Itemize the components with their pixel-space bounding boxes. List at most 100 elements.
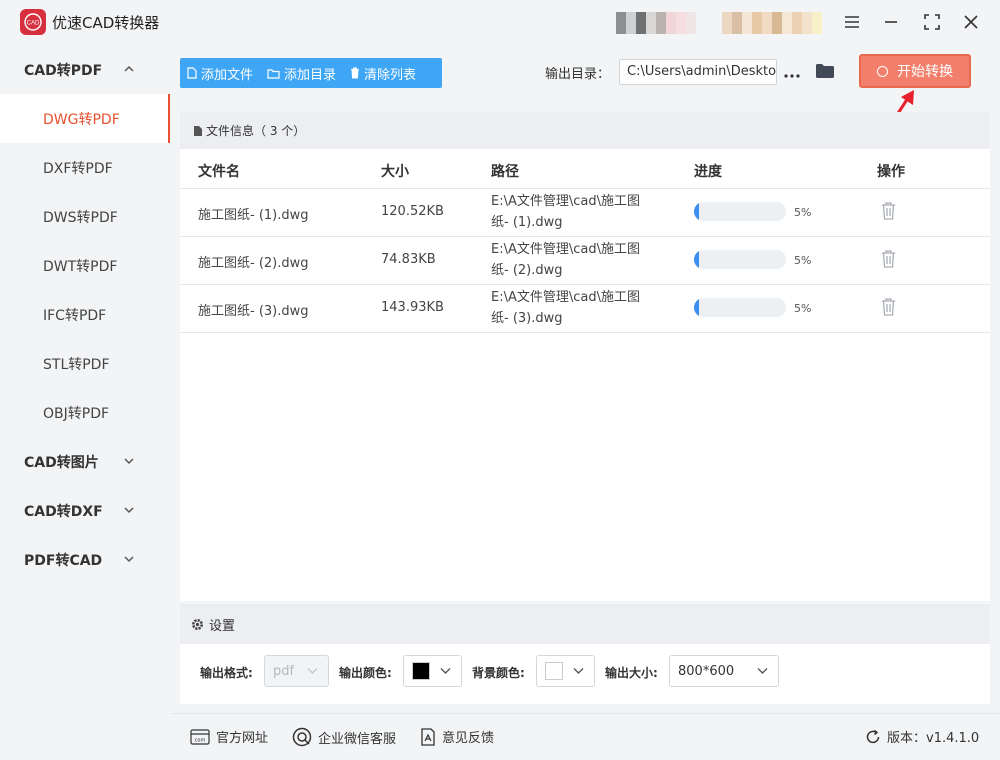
main-area: 添加文件 添加目录 清除列表 输出目录： C:\Users\admin\Desk… [170, 44, 1000, 713]
sidebar-group-cad-to-dxf[interactable]: CAD转DXF [0, 486, 170, 535]
version-text: 版本：v1.4.1.0 [887, 731, 980, 746]
progress-bar [694, 250, 786, 269]
add-file-label: 添加文件 [201, 67, 254, 83]
refresh-icon [866, 729, 880, 743]
output-color-swatch [412, 662, 430, 680]
file-path-line: E:\A文件管理\cad\施工图 [491, 194, 640, 209]
chevron-down-icon [757, 668, 768, 674]
sidebar-item-dxf-to-pdf[interactable]: DXF转PDF [0, 143, 170, 192]
file-path: E:\A文件管理\cad\施工图 纸- (3).dwg [491, 287, 651, 329]
file-size: 143.93KB [381, 300, 444, 315]
sidebar-item-obj-to-pdf[interactable]: OBJ转PDF [0, 388, 170, 437]
file-size: 120.52KB [381, 204, 444, 219]
open-folder-icon[interactable] [815, 62, 835, 83]
divider [180, 188, 990, 189]
column-header-size: 大小 [381, 164, 409, 180]
chevron-down-icon [440, 668, 451, 674]
svg-text:CAD: CAD [27, 21, 40, 27]
settings-panel: 设置 输出格式: pdf 输出颜色: 背景颜色: 输出大小: 800*600 [180, 604, 990, 704]
file-path-line: 纸- (3).dwg [491, 311, 563, 326]
settings-header: 设置 [180, 604, 990, 644]
sidebar-group-pdf-to-cad[interactable]: PDF转CAD [0, 535, 170, 584]
divider [180, 332, 990, 333]
sidebar-group-label: CAD转PDF [24, 62, 103, 79]
start-convert-label: 开始转换 [897, 64, 953, 80]
minimize-icon[interactable] [879, 10, 903, 34]
wechat-service-link[interactable]: 企业微信客服 [292, 727, 396, 747]
output-size-value: 800*600 [678, 663, 735, 679]
close-icon[interactable] [959, 10, 983, 34]
file-list-panel: 文件信息（ 3 个） 文件名 大小 路径 进度 操作 施工图纸- (1).dwg… [180, 112, 990, 601]
sidebar-group-cad-to-image[interactable]: CAD转图片 [0, 437, 170, 486]
delete-icon[interactable] [881, 202, 896, 220]
chevron-down-icon [573, 668, 584, 674]
file-name: 施工图纸- (2).dwg [198, 256, 309, 271]
add-folder-label: 添加目录 [284, 67, 337, 83]
file-path-line: 纸- (1).dwg [491, 215, 563, 230]
sidebar-item-dwt-to-pdf[interactable]: DWT转PDF [0, 241, 170, 290]
chevron-down-icon [307, 668, 318, 674]
output-dir-label: 输出目录： [545, 67, 611, 82]
sidebar-item-ifc-to-pdf[interactable]: IFC转PDF [0, 290, 170, 339]
version-info: 版本：v1.4.1.0 [865, 727, 979, 746]
sidebar-group-label: PDF转CAD [24, 552, 103, 569]
delete-icon[interactable] [881, 250, 896, 268]
file-size: 74.83KB [381, 252, 436, 267]
column-header-path: 路径 [491, 164, 519, 180]
wechat-icon [292, 727, 312, 747]
sidebar: CAD转PDF DWG转PDF DXF转PDF DWS转PDF DWT转PDF … [0, 44, 170, 760]
loading-spinner-icon [877, 65, 888, 77]
chevron-up-icon [124, 65, 134, 72]
add-file-button[interactable]: 添加文件 [180, 58, 260, 88]
output-dir-input[interactable]: C:\Users\admin\Deskto [619, 59, 777, 85]
maximize-icon[interactable] [920, 10, 944, 34]
progress-fill [694, 250, 699, 269]
official-website-label: 官方网址 [216, 731, 269, 746]
sidebar-group-label: CAD转DXF [24, 503, 103, 520]
progress-bar [694, 298, 786, 317]
chevron-down-icon [124, 507, 134, 514]
sidebar-item-dwg-to-pdf[interactable]: DWG转PDF [0, 94, 170, 143]
output-size-label: 输出大小: [605, 666, 658, 680]
background-color-swatch [545, 662, 563, 680]
footer-bar: com 官方网址 企业微信客服 意见反馈 版本：v1.4.1.0 [170, 713, 1000, 760]
clear-list-button[interactable]: 清除列表 [343, 58, 423, 88]
more-options-icon[interactable] [784, 64, 800, 83]
output-format-select[interactable]: pdf [264, 655, 329, 687]
sidebar-item-dws-to-pdf[interactable]: DWS转PDF [0, 192, 170, 241]
settings-title: 设置 [209, 618, 236, 634]
user-avatar-blurred [616, 12, 696, 34]
background-color-label: 背景颜色: [472, 666, 525, 680]
gear-icon [192, 618, 203, 630]
feedback-label: 意见反馈 [442, 731, 495, 746]
sidebar-group-label: CAD转图片 [24, 454, 99, 471]
title-bar: CAD 优速CAD转换器 [0, 0, 1000, 44]
output-color-select[interactable] [403, 655, 462, 687]
output-format-value: pdf [273, 663, 295, 679]
clear-list-label: 清除列表 [364, 67, 417, 83]
background-color-select[interactable] [536, 655, 595, 687]
folder-icon [267, 68, 280, 79]
website-icon: com [190, 728, 210, 745]
app-title: 优速CAD转换器 [52, 14, 160, 32]
file-path-line: E:\A文件管理\cad\施工图 [491, 290, 640, 305]
progress-text: 5% [794, 302, 812, 315]
progress-fill [694, 298, 699, 317]
official-website-link[interactable]: com 官方网址 [190, 727, 268, 746]
delete-icon[interactable] [881, 298, 896, 316]
start-convert-button[interactable]: 开始转换 [859, 54, 971, 88]
wechat-service-label: 企业微信客服 [318, 731, 397, 747]
sidebar-group-cad-to-pdf[interactable]: CAD转PDF [0, 45, 170, 94]
feedback-link[interactable]: 意见反馈 [420, 727, 494, 746]
hamburger-icon[interactable] [840, 10, 864, 34]
column-header-name: 文件名 [198, 164, 240, 180]
progress-text: 5% [794, 254, 812, 267]
file-name: 施工图纸- (1).dwg [198, 208, 309, 223]
column-header-action: 操作 [877, 164, 905, 180]
add-folder-button[interactable]: 添加目录 [260, 58, 343, 88]
output-size-select[interactable]: 800*600 [669, 655, 779, 687]
chevron-down-icon [124, 458, 134, 465]
trash-icon [351, 67, 360, 79]
file-path: E:\A文件管理\cad\施工图 纸- (2).dwg [491, 239, 651, 281]
sidebar-item-stl-to-pdf[interactable]: STL转PDF [0, 339, 170, 388]
